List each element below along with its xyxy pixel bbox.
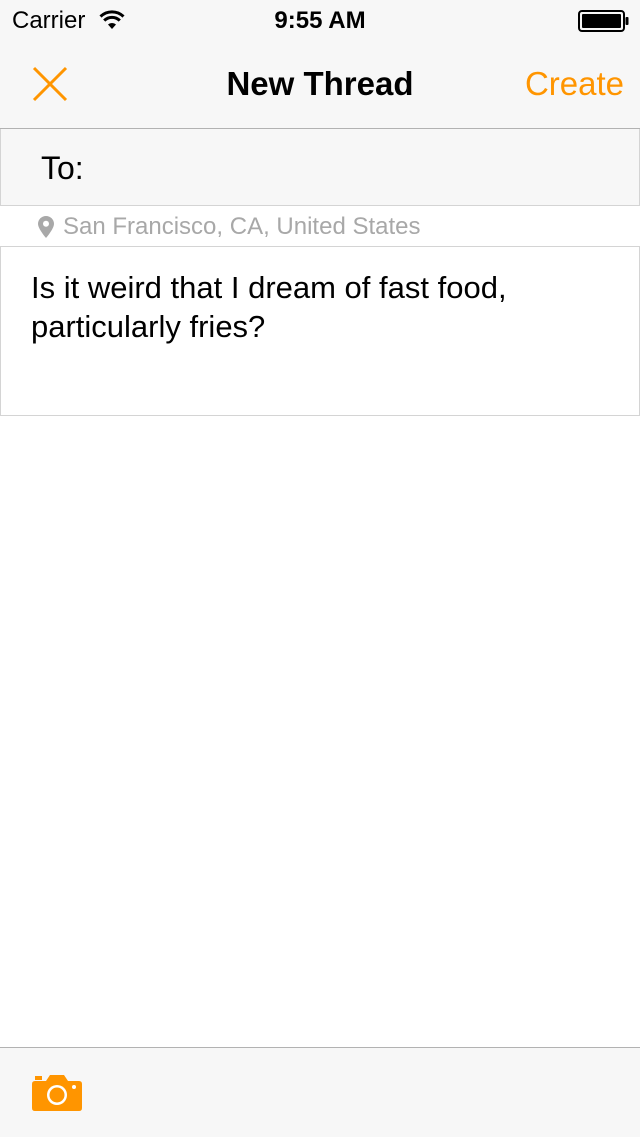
navigation-bar: New Thread Create [0, 40, 640, 129]
camera-button[interactable] [24, 1066, 90, 1118]
close-icon [32, 66, 68, 102]
bottom-toolbar [0, 1047, 640, 1137]
location-text: San Francisco, CA, United States [63, 213, 421, 240]
close-button[interactable] [20, 54, 80, 114]
status-bar: Carrier 9:55 AM [0, 0, 640, 40]
location-row: San Francisco, CA, United States [0, 207, 640, 247]
status-time: 9:55 AM [274, 7, 366, 34]
battery-icon [578, 10, 630, 32]
message-field[interactable]: Is it weird that I dream of fast food, p… [0, 246, 640, 416]
camera-icon [32, 1075, 82, 1111]
page-title: New Thread [226, 65, 414, 102]
create-button[interactable]: Create [525, 64, 624, 104]
to-field[interactable]: To: [0, 129, 640, 206]
to-label: To: [41, 150, 84, 186]
message-text[interactable]: Is it weird that I dream of fast food, p… [31, 268, 611, 346]
recipient-input[interactable] [101, 143, 625, 193]
location-pin-icon [38, 216, 54, 238]
